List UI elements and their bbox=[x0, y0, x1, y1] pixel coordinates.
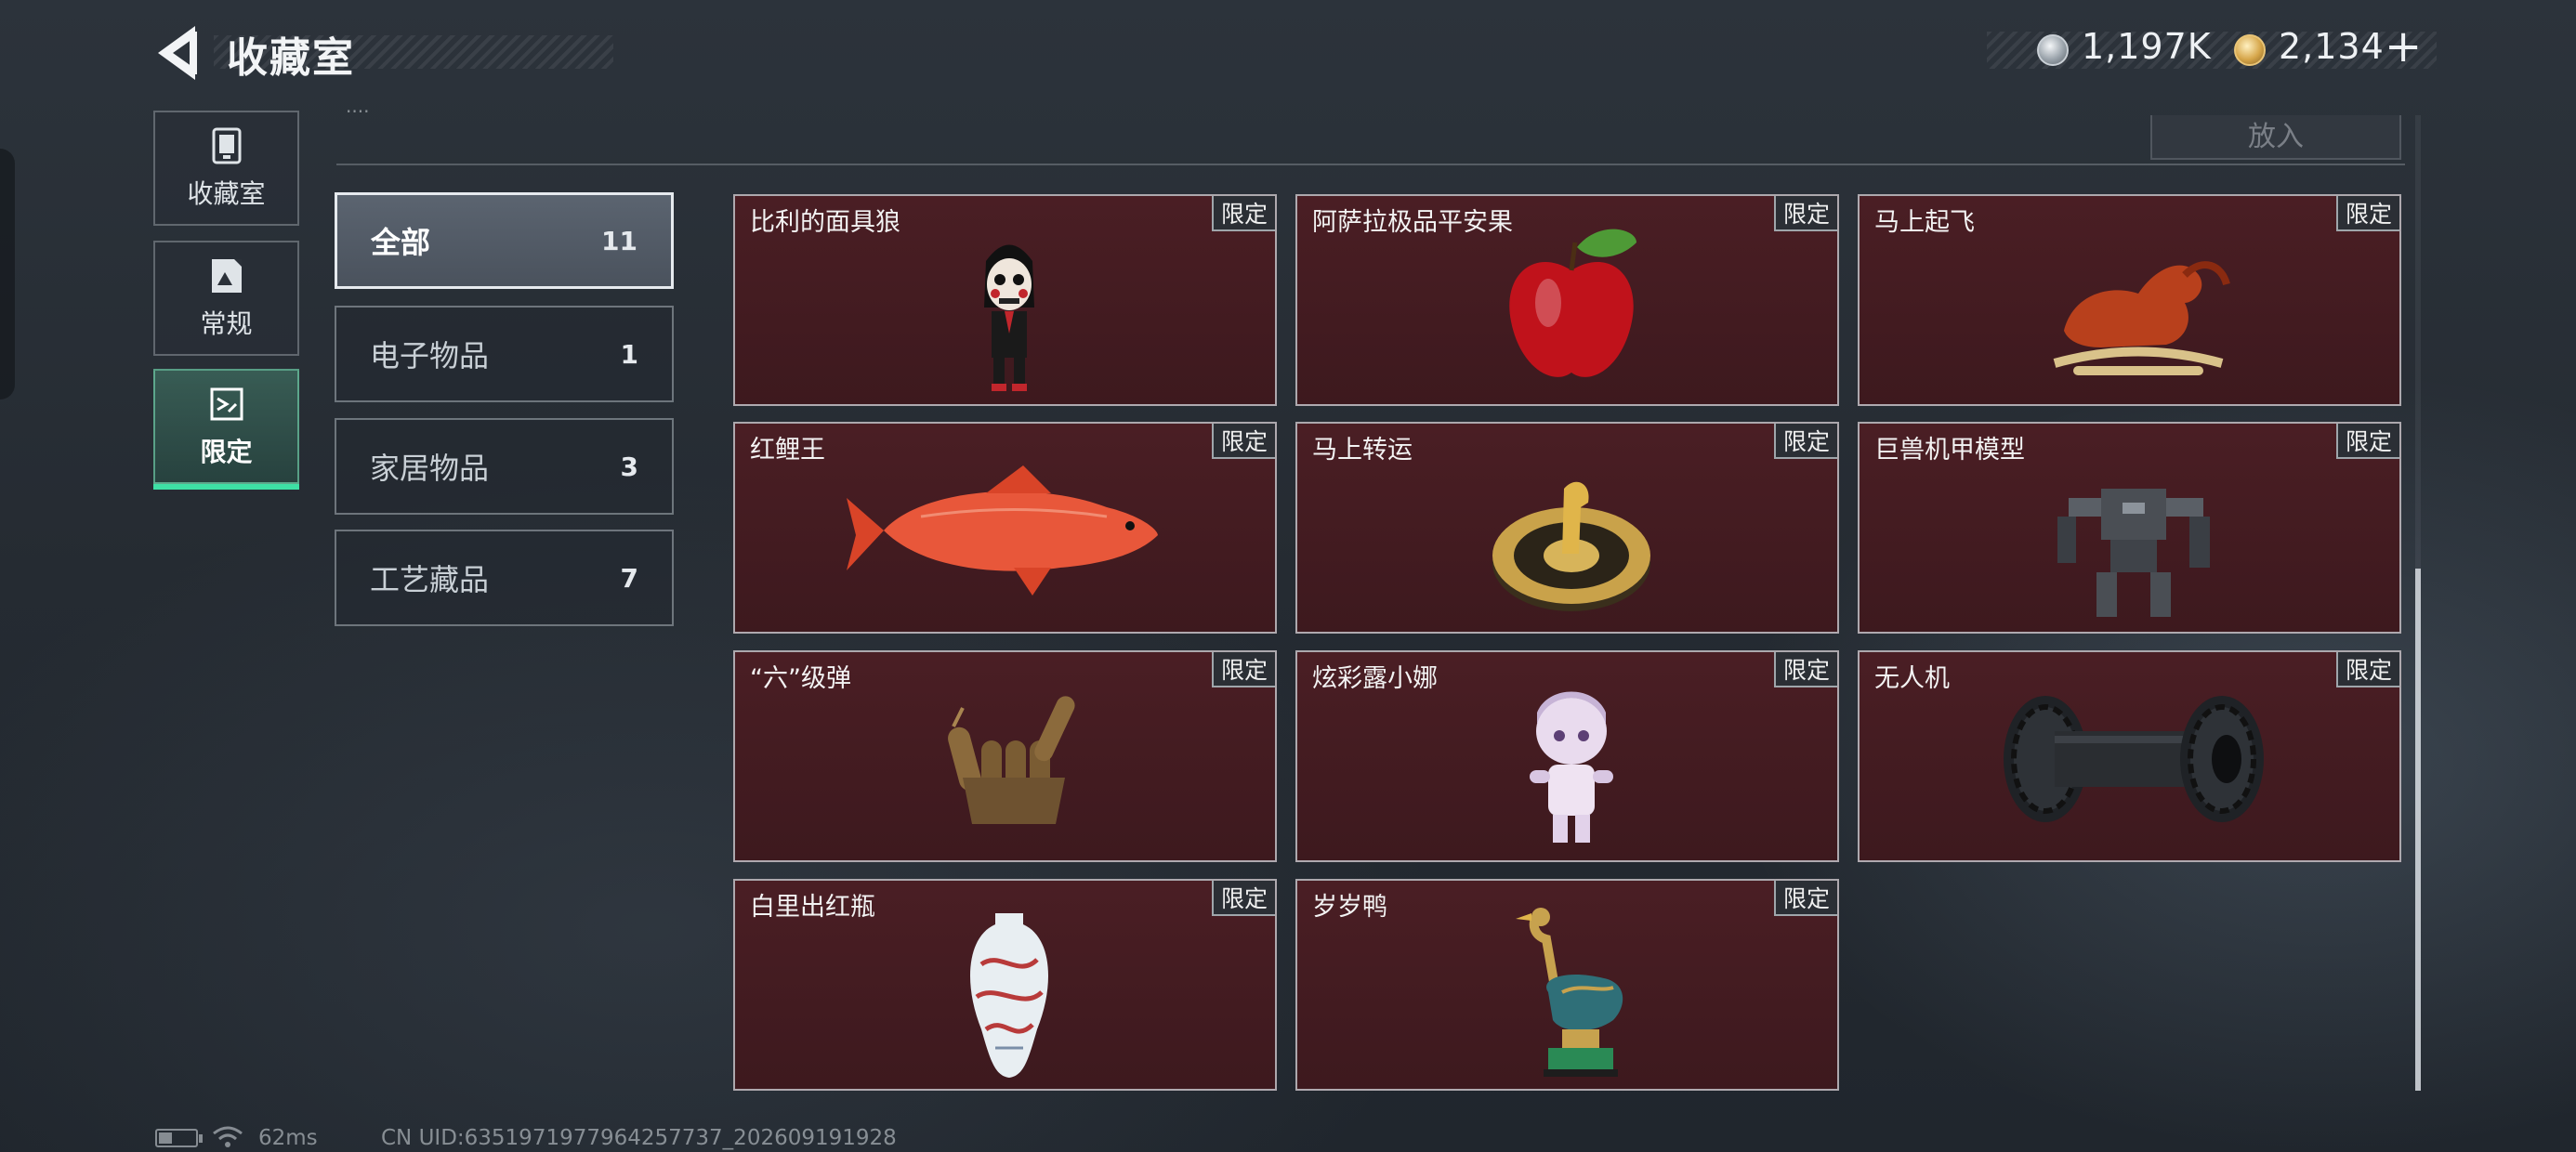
category-all[interactable]: 全部 11 bbox=[335, 192, 674, 289]
item-card[interactable]: “六”级弹 限定 bbox=[733, 650, 1277, 862]
sidebar-tab-label: 限定 bbox=[200, 437, 253, 467]
item-name: 红鲤王 bbox=[750, 436, 825, 465]
item-card[interactable]: 炫彩露小娜 限定 bbox=[1295, 650, 1839, 862]
item-name: 巨兽机甲模型 bbox=[1874, 436, 2025, 465]
apple-icon bbox=[1509, 229, 1636, 377]
category-count: 11 bbox=[601, 225, 637, 256]
frame-icon bbox=[211, 259, 242, 293]
limited-tag: 限定 bbox=[1212, 652, 1275, 687]
item-card[interactable]: 阿萨拉极品平安果 限定 bbox=[1295, 194, 1839, 406]
category-count: 3 bbox=[620, 451, 638, 482]
gold-coin-icon bbox=[2234, 34, 2266, 66]
item-name: “六”级弹 bbox=[750, 664, 851, 693]
limited-tag: 限定 bbox=[1212, 881, 1275, 916]
drone-icon bbox=[2004, 696, 2264, 822]
limited-icon bbox=[210, 387, 243, 421]
uid-text: CN UID:6351971977964257737_202609191928 bbox=[381, 1126, 897, 1150]
limited-tag: 限定 bbox=[1774, 652, 1837, 687]
item-name: 炫彩露小娜 bbox=[1312, 664, 1438, 693]
item-card[interactable]: 马上转运 限定 bbox=[1295, 422, 1839, 634]
active-indicator bbox=[153, 484, 299, 490]
item-name: 岁岁鸭 bbox=[1312, 893, 1387, 922]
limited-tag: 限定 bbox=[1774, 196, 1837, 231]
limited-tag: 限定 bbox=[2336, 424, 2399, 459]
category-count: 7 bbox=[620, 562, 638, 594]
category-electronics[interactable]: 电子物品 1 bbox=[335, 306, 674, 402]
sidebar-tab-regular[interactable]: 常规 bbox=[153, 241, 299, 356]
battery-icon bbox=[155, 1129, 203, 1147]
wifi-icon bbox=[213, 1126, 243, 1147]
back-arrow-icon bbox=[158, 26, 197, 80]
hand-sign-icon bbox=[948, 696, 1075, 824]
category-household[interactable]: 家居物品 3 bbox=[335, 418, 674, 515]
koi-fish-icon bbox=[847, 465, 1158, 596]
item-name: 白里出红瓶 bbox=[750, 893, 875, 922]
category-count: 1 bbox=[620, 338, 638, 370]
sidebar-tab-label: 常规 bbox=[200, 308, 253, 339]
top-divider bbox=[336, 164, 2405, 165]
horse-icon bbox=[2053, 261, 2230, 375]
limited-tag: 限定 bbox=[1212, 424, 1275, 459]
page-title: 收藏室 bbox=[227, 34, 355, 82]
gold-currency-value: 2,134 bbox=[2279, 26, 2385, 67]
limited-tag: 限定 bbox=[2336, 196, 2399, 231]
item-name: 马上起飞 bbox=[1874, 208, 1975, 237]
limited-tag: 限定 bbox=[2336, 652, 2399, 687]
ping-text: 62ms bbox=[258, 1126, 318, 1150]
item-card[interactable]: 无人机 限定 bbox=[1858, 650, 2401, 862]
figurine-icon bbox=[1530, 691, 1613, 843]
item-name: 无人机 bbox=[1874, 664, 1950, 693]
collection-room-icon bbox=[212, 127, 241, 164]
silver-currency-value: 1,197K bbox=[2082, 26, 2212, 67]
sidebar-tab-collection[interactable]: 收藏室 bbox=[153, 111, 299, 226]
item-card[interactable]: 巨兽机甲模型 限定 bbox=[1858, 422, 2401, 634]
item-card[interactable]: 马上起飞 限定 bbox=[1858, 194, 2401, 406]
sidebar-tab-limited[interactable]: 限定 bbox=[153, 369, 299, 490]
item-card[interactable]: 岁岁鸭 限定 bbox=[1295, 879, 1839, 1091]
category-name: 电子物品 bbox=[370, 338, 490, 373]
vase-icon bbox=[970, 913, 1048, 1078]
category-name: 工艺藏品 bbox=[370, 562, 490, 597]
item-card[interactable]: 红鲤王 限定 bbox=[733, 422, 1277, 634]
add-currency-button[interactable]: + bbox=[2385, 20, 2422, 72]
item-name: 比利的面具狼 bbox=[750, 208, 900, 237]
limited-tag: 限定 bbox=[1212, 196, 1275, 231]
item-name: 阿萨拉极品平安果 bbox=[1312, 208, 1513, 237]
limited-tag: 限定 bbox=[1774, 424, 1837, 459]
duck-icon bbox=[1516, 908, 1623, 1077]
category-name: 全部 bbox=[371, 225, 431, 260]
sort-label: ···· bbox=[346, 100, 370, 123]
limited-tag: 限定 bbox=[1774, 881, 1837, 916]
mech-model-icon bbox=[2057, 489, 2210, 617]
lucky-coin-icon bbox=[1492, 481, 1650, 611]
puppet-icon bbox=[984, 244, 1034, 391]
item-name: 马上转运 bbox=[1312, 436, 1413, 465]
category-crafts[interactable]: 工艺藏品 7 bbox=[335, 530, 674, 626]
item-card[interactable]: 比利的面具狼 限定 bbox=[733, 194, 1277, 406]
scrollbar-thumb[interactable] bbox=[2415, 569, 2421, 1091]
sidebar-tab-label: 收藏室 bbox=[187, 178, 266, 209]
edge-handle[interactable] bbox=[0, 149, 15, 399]
silver-coin-icon bbox=[2037, 34, 2069, 66]
category-name: 家居物品 bbox=[370, 451, 490, 486]
put-in-button[interactable]: 放入 bbox=[2150, 115, 2401, 160]
back-button[interactable] bbox=[149, 22, 214, 84]
item-card[interactable]: 白里出红瓶 限定 bbox=[733, 879, 1277, 1091]
